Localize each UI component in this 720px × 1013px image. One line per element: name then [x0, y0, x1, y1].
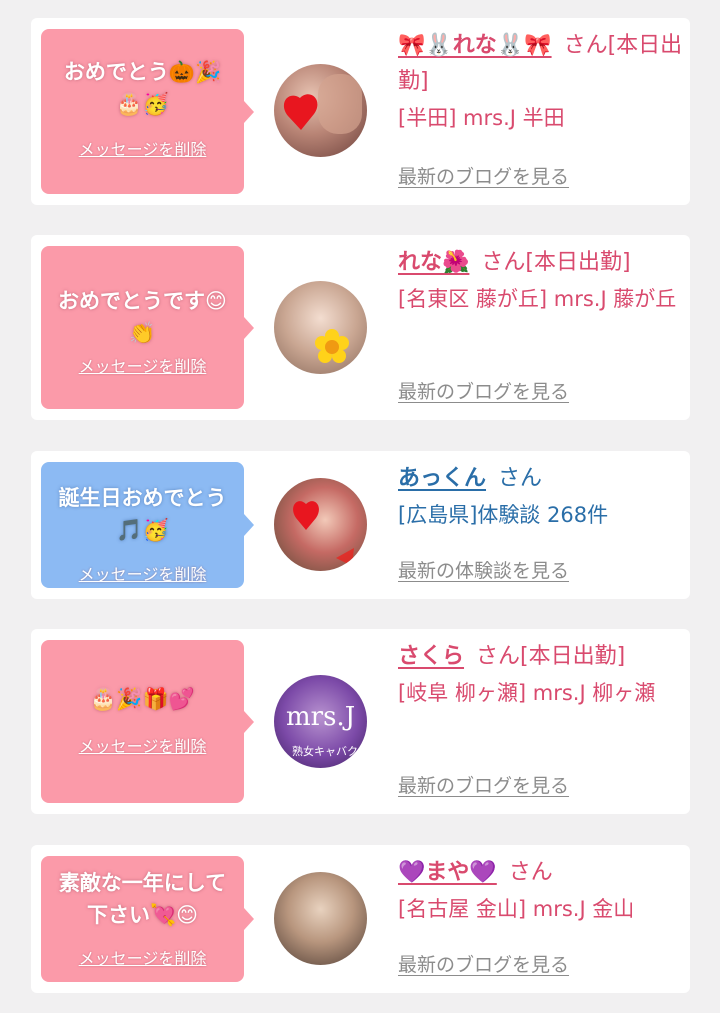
honorific: さん — [508, 860, 553, 885]
message-bubble: 🎂🎉🎁💕 メッセージを削除 — [41, 640, 254, 803]
latest-review-link[interactable]: 最新の体験談を見る — [398, 556, 569, 583]
delete-message-button[interactable]: メッセージを削除 — [41, 136, 244, 160]
avatar[interactable] — [274, 478, 367, 571]
message-card: 🎂🎉🎁💕 メッセージを削除 mrs.J 熟女キャバクラ さくら さん[本日出勤] … — [31, 629, 690, 814]
heart-sticker-icon — [283, 74, 362, 134]
message-bubble: 素敵な一年にして 下さい💘😊 メッセージを削除 — [41, 856, 254, 982]
latest-blog-link[interactable]: 最新のブログを見る — [398, 771, 569, 798]
message-card: 素敵な一年にして 下さい💘😊 メッセージを削除 💜まや💜 さん [名古屋 金山] … — [31, 845, 690, 993]
delete-message-button[interactable]: メッセージを削除 — [41, 945, 244, 969]
shop-label: [半田] mrs.J 半田 — [398, 106, 565, 130]
svg-text:熟女キャバクラ: 熟女キャバクラ — [292, 744, 367, 758]
svg-text:mrs.J: mrs.J — [286, 702, 355, 732]
honorific: さん — [498, 466, 543, 491]
honorific: さん[本日出勤] — [481, 250, 631, 275]
flower-sticker-icon — [315, 329, 349, 363]
avatar[interactable]: mrs.J 熟女キャバクラ — [274, 675, 367, 768]
message-card: 誕生日おめでとう 🎵🥳 メッセージを削除 あっくん さん [広島県]体験談 268… — [31, 451, 690, 599]
message-bubble: おめでとうです😊 👏 メッセージを削除 — [41, 246, 254, 409]
shop-label: [岐阜 柳ヶ瀬] mrs.J 柳ヶ瀬 — [398, 681, 656, 705]
cast-info: さくら さん[本日出勤] [岐阜 柳ヶ瀬] mrs.J 柳ヶ瀬 — [398, 639, 683, 711]
cast-name-link[interactable]: さくら — [398, 644, 464, 669]
delete-message-button[interactable]: メッセージを削除 — [41, 353, 244, 377]
cast-name-link[interactable]: あっくん — [398, 466, 486, 491]
avatar[interactable] — [274, 64, 367, 157]
cast-info: 💜まや💜 さん [名古屋 金山] mrs.J 金山 — [398, 855, 683, 927]
latest-blog-link[interactable]: 最新のブログを見る — [398, 162, 569, 189]
delete-message-button[interactable]: メッセージを削除 — [41, 733, 244, 757]
message-text: 🎂🎉🎁💕 — [90, 687, 195, 711]
message-card: おめでとうです😊 👏 メッセージを削除 れな🌺 さん[本日出勤] [名東区 藤が丘… — [31, 235, 690, 420]
message-text: おめでとうです😊 👏 — [58, 289, 227, 345]
latest-blog-link[interactable]: 最新のブログを見る — [398, 950, 569, 977]
cast-name-link[interactable]: れな🌺 — [398, 250, 469, 275]
message-text: 誕生日おめでとう 🎵🥳 — [58, 486, 227, 542]
cast-info: あっくん さん [広島県]体験談 268件 — [398, 461, 683, 533]
shop-label: [名東区 藤が丘] mrs.J 藤が丘 — [398, 287, 677, 311]
heart-sticker-icon — [293, 501, 354, 566]
message-card: おめでとう🎃🎉 🎂🥳 メッセージを削除 🎀🐰れな🐰🎀 さん[本日出勤] [半田] … — [31, 18, 690, 205]
cast-info: 🎀🐰れな🐰🎀 さん[本日出勤] [半田] mrs.J 半田 — [398, 28, 683, 136]
latest-blog-link[interactable]: 最新のブログを見る — [398, 377, 569, 404]
cast-info: れな🌺 さん[本日出勤] [名東区 藤が丘] mrs.J 藤が丘 — [398, 245, 683, 317]
message-text: 素敵な一年にして 下さい💘😊 — [58, 871, 227, 927]
message-list: おめでとう🎃🎉 🎂🥳 メッセージを削除 🎀🐰れな🐰🎀 さん[本日出勤] [半田] … — [0, 0, 720, 1013]
avatar[interactable] — [274, 281, 367, 374]
message-bubble: 誕生日おめでとう 🎵🥳 メッセージを削除 — [41, 462, 254, 588]
shop-label: [名古屋 金山] mrs.J 金山 — [398, 897, 635, 921]
message-bubble: おめでとう🎃🎉 🎂🥳 メッセージを削除 — [41, 29, 254, 194]
shop-logo-icon: mrs.J 熟女キャバクラ — [286, 702, 367, 758]
honorific: さん[本日出勤] — [476, 644, 626, 669]
cast-name-link[interactable]: 💜まや💜 — [398, 860, 497, 885]
message-text: おめでとう🎃🎉 🎂🥳 — [63, 60, 222, 116]
delete-message-button[interactable]: メッセージを削除 — [41, 561, 244, 585]
shop-label: [広島県]体験談 268件 — [398, 503, 609, 527]
avatar[interactable] — [274, 872, 367, 965]
cast-name-link[interactable]: 🎀🐰れな🐰🎀 — [398, 33, 552, 58]
